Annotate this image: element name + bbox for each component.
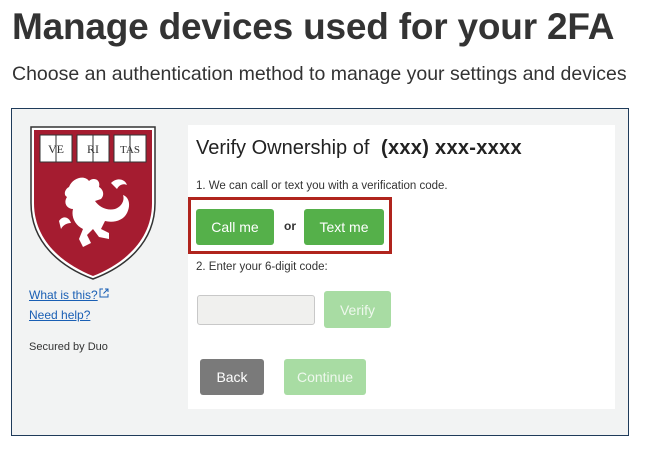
verify-title: Verify Ownership of (xxx) xxx-xxxx (196, 137, 522, 160)
page-subtitle: Choose an authentication method to manag… (12, 63, 627, 85)
back-button[interactable]: Back (200, 359, 264, 395)
step-1-text: 1. We can call or text you with a verifi… (196, 180, 448, 192)
book-text-2: RI (87, 142, 99, 156)
call-me-button[interactable]: Call me (196, 209, 274, 245)
what-is-this-label: What is this? (29, 288, 98, 302)
book-text-1: VE (48, 142, 64, 156)
verify-title-text: Verify Ownership of (196, 137, 370, 159)
or-label: or (284, 219, 296, 233)
continue-button[interactable]: Continue (284, 359, 366, 395)
verify-button[interactable]: Verify (324, 291, 391, 328)
step-2-text: 2. Enter your 6-digit code: (196, 261, 328, 273)
external-link-icon (99, 288, 109, 298)
verify-panel: Verify Ownership of (xxx) xxx-xxxx 1. We… (188, 125, 615, 409)
secured-by-duo: Secured by Duo (29, 341, 108, 353)
veritas-books: VE RI TAS (39, 134, 147, 163)
need-help-link[interactable]: Need help? (29, 308, 90, 322)
book-text-3: TAS (120, 144, 140, 156)
what-is-this-link[interactable]: What is this? (29, 288, 109, 302)
duo-prompt-frame: VE RI TAS What is this? Need help? Secur… (11, 108, 629, 436)
text-me-button[interactable]: Text me (304, 209, 384, 245)
masked-phone-number: (xxx) xxx-xxxx (380, 137, 522, 159)
harvard-shield-logo: VE RI TAS (30, 126, 156, 280)
verification-code-input[interactable] (197, 295, 315, 325)
page-title: Manage devices used for your 2FA (12, 6, 615, 47)
